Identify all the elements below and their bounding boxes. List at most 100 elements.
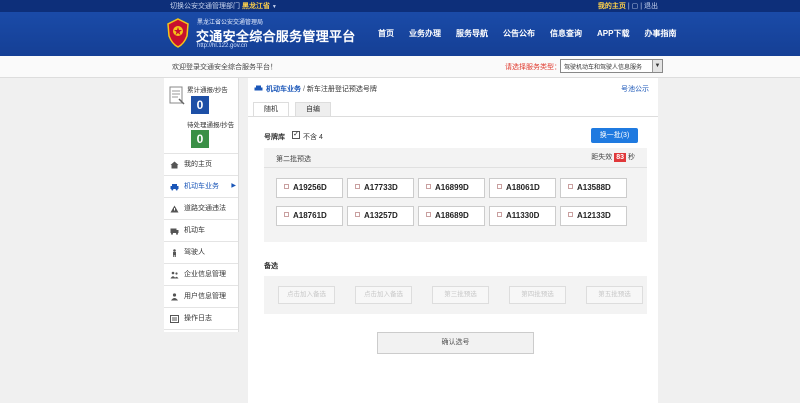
expiry-countdown: 距失效 83 秒: [591, 152, 635, 162]
site-url: http://hl.122.gov.cn: [197, 43, 248, 49]
province-name[interactable]: 黑龙江省: [242, 3, 270, 10]
tab-divider: [248, 116, 658, 117]
breadcrumb-current: 新车注册登记预选号牌: [306, 86, 377, 93]
car-icon: [170, 184, 179, 191]
site-header: 黑龙江省公安交通管理局 交通安全综合服务管理平台 http://hl.122.g…: [0, 12, 800, 56]
plate-option[interactable]: A18061D: [489, 178, 556, 198]
sidebar-item-driver[interactable]: 驾驶人: [164, 242, 238, 264]
sidebar-item-home[interactable]: 我的主页: [164, 154, 238, 176]
service-type-value: 驾驶机动车和驾驶人信息服务: [564, 65, 643, 71]
sidebar-item-vehicle-business[interactable]: 机动车业务 ▶: [164, 176, 238, 198]
plate-number: A18061D: [506, 183, 540, 192]
nav-home[interactable]: 首页: [378, 28, 394, 39]
radio-icon[interactable]: [497, 184, 502, 189]
tab-random[interactable]: 随机: [253, 102, 289, 117]
nav-announcements[interactable]: 公告公布: [503, 28, 535, 39]
number-pool-notice-link[interactable]: 号池公示: [621, 84, 649, 94]
plate-number: A13257D: [364, 211, 398, 220]
nav-guide[interactable]: 办事指南: [644, 28, 676, 39]
service-type-select[interactable]: 驾驶机动车和驾驶人信息服务 ▼: [560, 59, 663, 73]
sidebar-item-traffic-violation[interactable]: 道路交通违法: [164, 198, 238, 220]
countdown-seconds: 83: [614, 153, 626, 162]
plate-option[interactable]: A18689D: [418, 206, 485, 226]
plate-option[interactable]: A16899D: [418, 178, 485, 198]
radio-icon[interactable]: [426, 184, 431, 189]
welcome-message: 欢迎登录交通安全综合服务平台！: [172, 64, 277, 71]
sidebar-item-company-info[interactable]: 企业信息管理: [164, 264, 238, 286]
link-separator: |: [640, 3, 643, 10]
plate-option[interactable]: A13588D: [560, 178, 627, 198]
countdown-prefix: 距失效: [591, 154, 613, 161]
home-icon: [170, 161, 179, 169]
warning-icon: [170, 205, 179, 213]
sidebar-item-label: 机动车: [184, 227, 205, 234]
reserve-label: 备选: [264, 263, 278, 270]
plate-number: A19256D: [293, 183, 327, 192]
nav-service-guide[interactable]: 服务导航: [456, 28, 488, 39]
total-notice-count[interactable]: 0: [191, 96, 209, 114]
sidebar-item-label: 我的主页: [184, 161, 212, 168]
radio-icon[interactable]: [568, 184, 573, 189]
radio-icon[interactable]: [355, 184, 360, 189]
breadcrumb-vehicle-business[interactable]: 机动车业务: [266, 86, 301, 93]
reserve-slots: 点击加入备选 点击加入备选 第三批预选 第四批预选 第五批预选: [278, 286, 643, 304]
radio-icon[interactable]: [568, 212, 573, 217]
pending-notice-count[interactable]: 0: [191, 130, 209, 148]
reserve-slot[interactable]: 点击加入备选: [278, 286, 335, 304]
pending-notice-label: 待处理通报/抄告: [187, 122, 235, 129]
document-icon: [169, 86, 185, 105]
sidebar-item-operation-log[interactable]: 操作日志: [164, 308, 238, 330]
reserve-slot[interactable]: 点击加入备选: [355, 286, 412, 304]
confirm-selection-button[interactable]: 确认选号: [377, 332, 534, 354]
logout-link[interactable]: 退出: [644, 3, 658, 10]
sidebar: 累计通报/抄告 0 待处理通报/抄告 0 我的主页 机动车业务 ▶ 道路交通违法…: [164, 78, 239, 332]
link-separator: |: [627, 3, 630, 10]
reserve-slot[interactable]: 第三批预选: [432, 286, 489, 304]
radio-icon[interactable]: [497, 212, 502, 217]
batch-header: 第二批预选 距失效 83 秒: [264, 148, 647, 168]
plate-option[interactable]: A12133D: [560, 206, 627, 226]
refresh-batch-button[interactable]: 换一批(3): [591, 128, 638, 143]
plate-option[interactable]: A18761D: [276, 206, 343, 226]
batch-name: 第二批预选: [276, 156, 311, 163]
plate-number: A13588D: [577, 183, 611, 192]
welcome-bar: 欢迎登录交通安全综合服务平台！ 请选择服务类型： 驾驶机动车和驾驶人信息服务 ▼: [0, 56, 800, 78]
exclude-four-checkbox[interactable]: ✓: [292, 131, 300, 139]
chevron-down-icon[interactable]: ▼: [652, 60, 662, 72]
department-switch[interactable]: 切换公安交通管理部门 黑龙江省 ▼: [170, 1, 277, 11]
user-icon: [171, 293, 178, 301]
plate-number: A12133D: [577, 211, 611, 220]
reserve-slot[interactable]: 第五批预选: [586, 286, 643, 304]
plate-option[interactable]: A19256D: [276, 178, 343, 198]
square-icon[interactable]: ▢: [632, 3, 639, 10]
page-background: [658, 78, 800, 403]
plate-number: A16899D: [435, 183, 469, 192]
sidebar-item-user-info[interactable]: 用户信息管理: [164, 286, 238, 308]
radio-icon[interactable]: [355, 212, 360, 217]
account-links: 我的主页 | ▢ | 退出: [598, 1, 658, 11]
nav-business[interactable]: 业务办理: [409, 28, 441, 39]
breadcrumb: 机动车业务 / 新车注册登记预选号牌: [254, 84, 377, 94]
plate-number: A18689D: [435, 211, 469, 220]
my-home-link[interactable]: 我的主页: [598, 3, 626, 10]
countdown-unit: 秒: [628, 154, 635, 161]
reserve-slot[interactable]: 第四批预选: [509, 286, 566, 304]
sidebar-item-label: 企业信息管理: [184, 271, 226, 278]
plate-number: A18761D: [293, 211, 327, 220]
chevron-down-icon: ▼: [271, 4, 277, 10]
radio-icon[interactable]: [426, 212, 431, 217]
nav-info-query[interactable]: 信息查询: [550, 28, 582, 39]
radio-icon[interactable]: [284, 212, 289, 217]
plate-option[interactable]: A17733D: [347, 178, 414, 198]
plate-option[interactable]: A11330D: [489, 206, 556, 226]
nav-app-download[interactable]: APP下载: [597, 28, 629, 39]
radio-icon[interactable]: [284, 184, 289, 189]
sidebar-item-vehicle[interactable]: 机动车: [164, 220, 238, 242]
tab-custom[interactable]: 自编: [295, 102, 331, 117]
plate-number: A11330D: [506, 211, 540, 220]
plate-option[interactable]: A13257D: [347, 206, 414, 226]
police-emblem-icon: [167, 18, 189, 48]
service-type-label: 请选择服务类型：: [505, 64, 561, 71]
site-subtitle: 黑龙江省公安交通管理局: [197, 20, 264, 26]
reserve-panel: 点击加入备选 点击加入备选 第三批预选 第四批预选 第五批预选: [264, 276, 647, 314]
